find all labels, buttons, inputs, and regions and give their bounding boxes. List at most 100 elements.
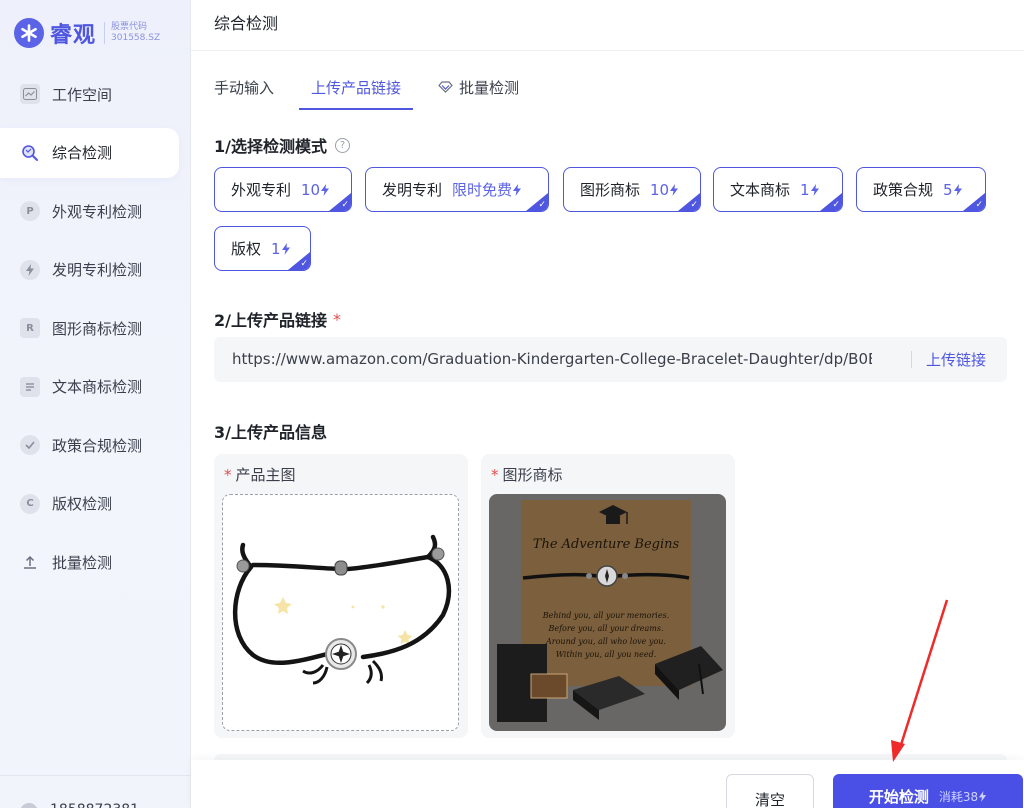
mode-cost-value: 5 xyxy=(943,180,953,199)
stock-code-label: 股票代码 xyxy=(111,22,148,32)
mode-label: 版权 xyxy=(231,240,262,258)
sidebar-item-graphic-trademark[interactable]: R 图形商标检测 xyxy=(0,303,179,353)
sidebar-item-label: 文本商标检测 xyxy=(52,378,143,396)
upload-icon xyxy=(20,552,40,572)
mode-cost: 1 xyxy=(800,181,820,199)
section-info-title: 3/上传产品信息 xyxy=(214,419,327,443)
tab-label: 手动输入 xyxy=(214,78,275,97)
tab-label: 批量检测 xyxy=(459,78,520,97)
check-icon xyxy=(20,435,40,455)
brand-name: 睿观 xyxy=(50,23,97,48)
start-cost-text: 消耗38 xyxy=(938,789,979,804)
section-title-text: 1/选择检测模式 xyxy=(214,137,327,156)
c-icon: C xyxy=(20,493,40,514)
section-title-text: 2/上传产品链接 xyxy=(214,311,327,330)
brand-divider xyxy=(104,22,106,44)
trademark-image-dropzone[interactable]: The Adventure Begins Behind you, all you… xyxy=(489,494,726,731)
tabs: 手动输入 上传产品链接 批量检测 xyxy=(214,78,556,110)
stock-code: 股票代码 301558.SZ xyxy=(111,22,160,44)
check-icon: ✓ xyxy=(975,200,983,210)
check-icon: ✓ xyxy=(341,200,349,210)
mode-label: 发明专利 xyxy=(382,181,443,199)
footer-actions: 清空 开始检测 消耗38 xyxy=(191,760,1024,808)
section-title-text: 3/上传产品信息 xyxy=(214,423,327,442)
check-icon: ✓ xyxy=(300,259,308,269)
topbar: 综合检测 xyxy=(191,0,1024,51)
mode-label: 图形商标 xyxy=(580,181,641,199)
user-id: 1858872381 xyxy=(50,802,139,808)
card-label-text: 产品主图 xyxy=(235,466,296,484)
avatar[interactable] xyxy=(20,803,38,808)
section-link-title: 2/上传产品链接 * xyxy=(214,307,341,331)
sidebar-item-text-trademark[interactable]: 文本商标检测 xyxy=(0,362,179,412)
mode-cost: 限时免费 xyxy=(452,179,522,200)
tab-upload-link[interactable]: 上传产品链接 xyxy=(299,78,414,110)
check-icon: ✓ xyxy=(538,200,546,210)
required-mark: * xyxy=(332,309,341,329)
card-main-image: * 产品主图 xyxy=(214,454,468,738)
mode-graphic-trademark[interactable]: 图形商标 10 ✓ xyxy=(563,167,701,212)
url-input-box[interactable]: https://www.amazon.com/Graduation-Kinder… xyxy=(214,337,1007,382)
help-icon[interactable]: ? xyxy=(334,137,350,153)
diamond-icon xyxy=(438,81,453,93)
bolt-icon xyxy=(810,183,819,196)
bolt-icon xyxy=(321,183,330,196)
clear-button[interactable]: 清空 xyxy=(726,774,814,808)
card-line: Within you, all you need. xyxy=(556,650,657,659)
r-icon: R xyxy=(20,318,40,338)
page-title: 综合检测 xyxy=(214,14,279,33)
required-mark: * xyxy=(491,465,499,484)
sidebar-item-copyright[interactable]: C 版权检测 xyxy=(0,479,179,529)
sidebar-item-label: 工作空间 xyxy=(52,85,113,104)
url-input[interactable]: https://www.amazon.com/Graduation-Kinder… xyxy=(232,350,872,368)
sidebar-user[interactable]: 1858872381 xyxy=(0,775,191,808)
start-detection-button[interactable]: 开始检测 消耗38 xyxy=(833,774,1023,808)
mode-copyright[interactable]: 版权 1 ✓ xyxy=(214,226,311,271)
check-icon: ✓ xyxy=(690,200,698,210)
tab-manual-input[interactable]: 手动输入 xyxy=(214,78,274,104)
mode-design-patent[interactable]: 外观专利 10 ✓ xyxy=(214,167,352,212)
product-image-dropzone[interactable] xyxy=(222,494,459,731)
start-label: 开始检测 xyxy=(868,787,929,806)
card-graphic-trademark: * 图形商标 The Adventure Begins Behind you, … xyxy=(481,454,735,738)
mode-cost: 1 xyxy=(271,240,291,258)
card-line: Before you, all your dreams. xyxy=(547,624,663,633)
card-line: Behind you, all your memories. xyxy=(542,611,670,620)
sidebar-item-label: 综合检测 xyxy=(52,144,113,162)
check-icon: ✓ xyxy=(832,200,840,210)
trademark-image: The Adventure Begins Behind you, all you… xyxy=(497,500,723,722)
sidebar-nav: 工作空间 综合检测 P 外观专利检测 发明专利检测 R 图形商标检测 文本商标检… xyxy=(0,69,191,596)
sidebar-item-design-patent[interactable]: P 外观专利检测 xyxy=(0,186,179,236)
mode-policy[interactable]: 政策合规 5 ✓ xyxy=(856,167,986,212)
sidebar-item-label: 批量检测 xyxy=(52,553,113,572)
sidebar-item-policy[interactable]: 政策合规检测 xyxy=(0,420,179,470)
card-heading: The Adventure Begins xyxy=(533,537,680,552)
mode-cost: 5 xyxy=(943,181,963,199)
tab-batch[interactable]: 批量检测 xyxy=(438,78,519,104)
sidebar-item-invention-patent[interactable]: 发明专利检测 xyxy=(0,245,179,295)
brand[interactable]: 睿观 股票代码 301558.SZ xyxy=(14,16,160,50)
sidebar-item-workspace[interactable]: 工作空间 xyxy=(0,69,179,119)
product-image xyxy=(232,534,452,685)
tab-label: 上传产品链接 xyxy=(311,78,402,97)
card-line: Around you, all who love you. xyxy=(545,637,666,646)
sidebar-item-batch[interactable]: 批量检测 xyxy=(0,537,179,587)
mode-cost-value: 1 xyxy=(271,239,281,258)
divider xyxy=(911,351,912,368)
mode-text-trademark[interactable]: 文本商标 1 ✓ xyxy=(713,167,843,212)
sidebar-item-label: 政策合规检测 xyxy=(52,436,143,455)
card-label: * 图形商标 xyxy=(491,464,563,485)
bolt-icon xyxy=(979,790,987,802)
mode-invention-patent[interactable]: 发明专利 限时免费 ✓ xyxy=(365,167,549,212)
sidebar-item-comprehensive[interactable]: 综合检测 xyxy=(0,127,179,178)
sidebar: 睿观 股票代码 301558.SZ 工作空间 综合检测 P 外观专利检测 发明专… xyxy=(0,0,191,808)
card-label: * 产品主图 xyxy=(224,464,296,485)
start-cost: 消耗38 xyxy=(939,788,987,805)
mode-cost: 10 xyxy=(650,181,679,199)
sidebar-item-label: 外观专利检测 xyxy=(52,202,143,221)
upload-link-button[interactable]: 上传链接 xyxy=(926,349,986,370)
mode-cost-value: 10 xyxy=(301,180,321,199)
stock-code-value: 301558.SZ xyxy=(111,33,161,43)
card-label-text: 图形商标 xyxy=(502,466,563,484)
sidebar-item-label: 发明专利检测 xyxy=(52,261,143,279)
